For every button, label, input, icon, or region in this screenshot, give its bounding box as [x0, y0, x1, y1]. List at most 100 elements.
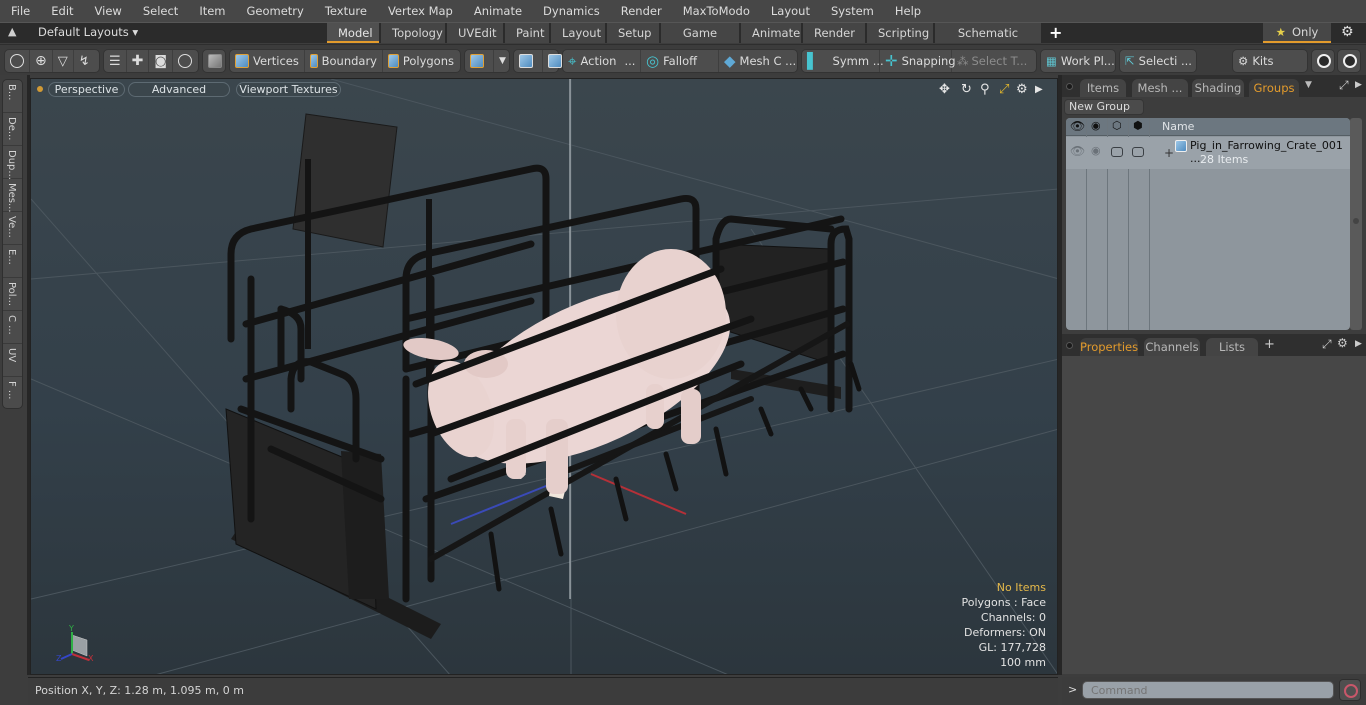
kits-button[interactable]: ⚙ Kits	[1233, 50, 1279, 72]
vtab-mesh-edit[interactable]: Mes...	[3, 179, 22, 213]
tab-groups[interactable]: Groups	[1249, 79, 1299, 97]
cross-button[interactable]: ✚	[127, 50, 150, 72]
collapse-up-icon[interactable]: ▲	[8, 25, 16, 38]
menu-edit[interactable]: Edit	[40, 0, 83, 22]
tab-paint[interactable]: Paint	[505, 23, 549, 43]
tab-topology[interactable]: Topology	[381, 23, 445, 43]
vtab-duplicate[interactable]: Dup...	[3, 146, 22, 180]
align-button[interactable]: ☰	[104, 50, 127, 72]
vtab-edge[interactable]: E...	[3, 245, 22, 278]
pen-button[interactable]: ▽	[53, 50, 74, 72]
vtab-fusion[interactable]: F ...	[3, 377, 22, 410]
menu-select[interactable]: Select	[132, 0, 188, 22]
lock-toggle[interactable]	[1111, 147, 1123, 157]
action-center-button[interactable]	[514, 50, 543, 72]
vtab-basic[interactable]: B...	[3, 80, 22, 113]
render-column-icon[interactable]: ◉	[1091, 119, 1101, 132]
panel-gear-icon[interactable]: ⚙	[1337, 336, 1348, 350]
expand-group-button[interactable]: +	[1164, 146, 1174, 160]
material-dropdown[interactable]: ▼	[494, 50, 511, 72]
tab-uvedit[interactable]: UVEdit	[447, 23, 503, 43]
groups-scrollbar[interactable]	[1350, 118, 1362, 330]
tab-render[interactable]: Render	[803, 23, 865, 43]
layouts-dropdown[interactable]: Default Layouts ▾	[38, 25, 138, 39]
action-button[interactable]: ⌖ Action...	[563, 50, 641, 72]
panel-options-dot[interactable]	[1066, 83, 1073, 90]
menu-view[interactable]: View	[84, 0, 132, 22]
expand-arrow-icon[interactable]: ▶	[1035, 84, 1043, 95]
visibility-eye-icon[interactable]: 👁	[1070, 144, 1085, 158]
add-panel-tab-button[interactable]: +	[1264, 337, 1275, 352]
mesh-constraint-button[interactable]: ◆ Mesh C ...	[719, 50, 797, 72]
menu-texture[interactable]: Texture	[314, 0, 377, 22]
tab-animate[interactable]: Animate	[741, 23, 801, 43]
record-macro-button[interactable]	[1339, 679, 1361, 701]
vertices-button[interactable]: Vertices	[230, 50, 305, 72]
tab-lists[interactable]: Lists	[1206, 338, 1258, 356]
visibility-column-icon[interactable]: 👁	[1070, 119, 1085, 133]
item-mode-button[interactable]	[203, 50, 231, 72]
rotate-icon[interactable]: ↻	[961, 82, 972, 97]
lock-column-icon[interactable]: ⬡	[1112, 119, 1122, 132]
vtab-uv[interactable]: UV	[3, 344, 22, 377]
menu-vertex-map[interactable]: Vertex Map	[377, 0, 463, 22]
work-plane-button[interactable]: ▦ Work Pl...	[1041, 50, 1120, 72]
menu-system[interactable]: System	[820, 0, 884, 22]
tab-shading[interactable]: Shading	[1192, 79, 1244, 97]
maximize-icon[interactable]: ⤢	[999, 82, 1009, 97]
shading-mode-button[interactable]: Advanced	[128, 82, 230, 97]
material-mode-button[interactable]	[465, 50, 494, 72]
name-column-header[interactable]: Name	[1162, 120, 1194, 133]
group-row[interactable]: 👁 ◉ + Pig_in_Farrowing_Crate_001 ... 28 …	[1066, 137, 1350, 169]
menu-maxtomodo[interactable]: MaxToModo	[672, 0, 760, 22]
gear-icon[interactable]: ⚙	[1341, 24, 1354, 40]
tab-scripting[interactable]: Scripting	[867, 23, 933, 43]
globe-button[interactable]: ⊕	[30, 50, 53, 72]
tab-game-tools[interactable]: Game Tools	[661, 23, 739, 60]
boundary-button[interactable]: Boundary	[305, 50, 383, 72]
3d-viewport[interactable]: Y X Z Perspective Advanced Viewport Text…	[30, 78, 1058, 675]
viewport-options-dot[interactable]	[37, 86, 43, 92]
polygons-button[interactable]: Polygons	[383, 50, 459, 72]
tab-mesh[interactable]: Mesh ...	[1132, 79, 1188, 97]
panel-options-dot[interactable]	[1066, 342, 1073, 349]
menu-dynamics[interactable]: Dynamics	[532, 0, 610, 22]
pan-icon[interactable]: ✥	[939, 82, 950, 97]
add-tab-button[interactable]: +	[1049, 23, 1062, 43]
menu-render[interactable]: Render	[610, 0, 672, 22]
tabs-dropdown-icon[interactable]: ▼	[1305, 80, 1312, 90]
tab-channels[interactable]: Channels	[1144, 338, 1200, 356]
menu-geometry[interactable]: Geometry	[236, 0, 314, 22]
view-mode-button[interactable]: Perspective	[48, 82, 125, 97]
menu-help[interactable]: Help	[884, 0, 931, 22]
dial-button[interactable]	[173, 50, 197, 72]
tab-properties[interactable]: Properties	[1080, 338, 1138, 356]
lasso-button[interactable]: ↯	[74, 50, 95, 72]
symmetry-button[interactable]: ▌ Symm ...	[802, 50, 884, 72]
only-toggle[interactable]: ★ Only	[1263, 23, 1331, 43]
menu-file[interactable]: File	[0, 0, 40, 22]
vtab-vertex[interactable]: Ve...	[3, 212, 22, 245]
unreal-kit-button[interactable]	[1338, 50, 1366, 72]
falloff-button[interactable]: ◎ Falloff	[641, 50, 719, 72]
select-toggle[interactable]	[1132, 147, 1144, 157]
panel-maximize-icon[interactable]: ⤢	[1339, 78, 1349, 93]
menu-item[interactable]: Item	[188, 0, 235, 22]
circle-select-button[interactable]	[5, 50, 30, 72]
select-column-icon[interactable]: ⬢	[1133, 119, 1143, 132]
tab-model[interactable]: Model	[327, 23, 379, 43]
panel-maximize-icon[interactable]: ⤢	[1322, 337, 1332, 352]
new-group-button[interactable]: New Group	[1064, 99, 1144, 115]
panel-expand-icon[interactable]: ▶	[1355, 339, 1362, 349]
frame-button[interactable]: ◙	[149, 50, 174, 72]
vtab-polygon[interactable]: Pol...	[3, 278, 22, 311]
selection-sets-button[interactable]: ⇱ Selecti ...	[1120, 50, 1197, 72]
zoom-icon[interactable]: ⚲	[980, 82, 990, 97]
select-through-button[interactable]: ⁂ Select T...	[952, 50, 1028, 72]
viewport-textures-button[interactable]: Viewport Textures	[236, 82, 341, 97]
menu-animate[interactable]: Animate	[463, 0, 532, 22]
tab-items[interactable]: Items	[1080, 79, 1126, 97]
tab-layout[interactable]: Layout	[551, 23, 605, 43]
tab-setup[interactable]: Setup	[607, 23, 659, 43]
tab-schematic-fusion[interactable]: Schematic Fusion	[935, 23, 1041, 60]
